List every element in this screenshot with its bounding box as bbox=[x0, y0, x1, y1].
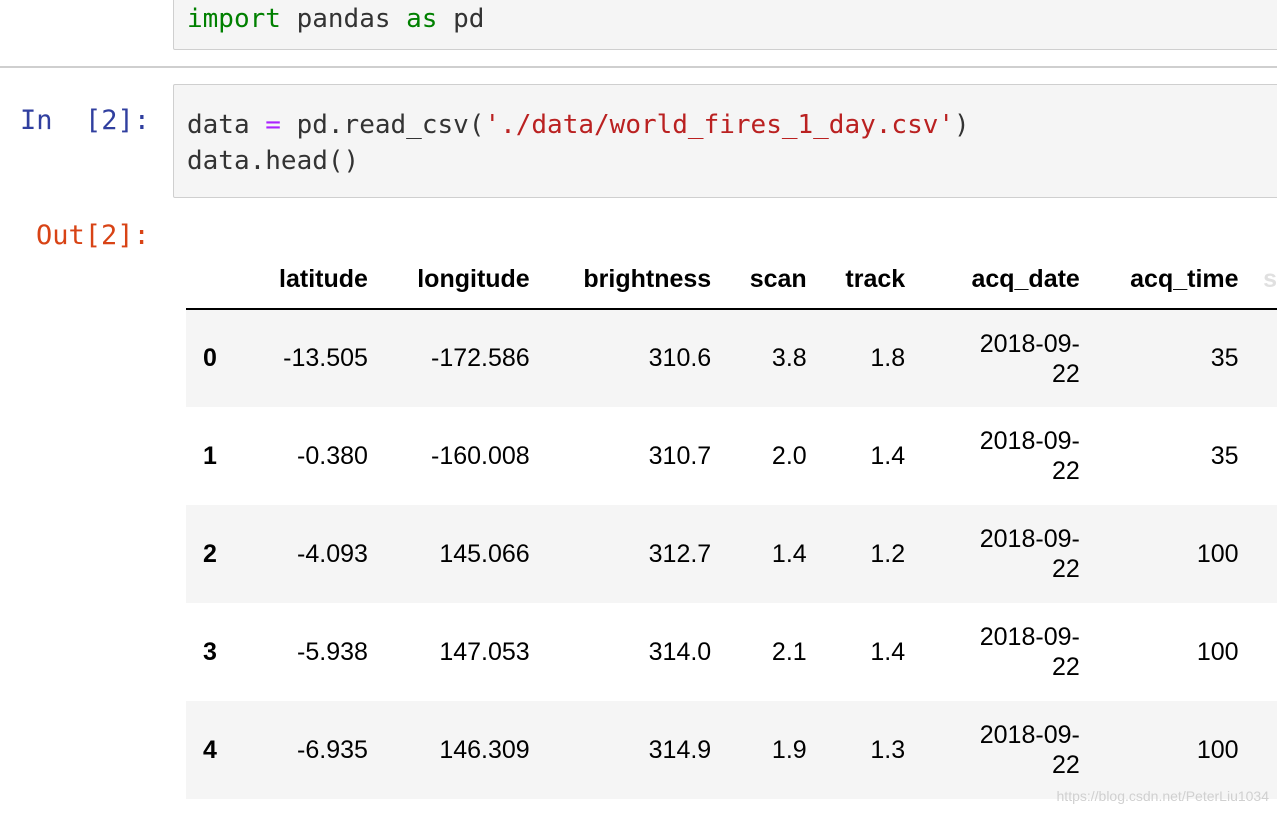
cell-acq-date: 2018-09- 22 bbox=[905, 309, 1080, 407]
cell-longitude: -172.586 bbox=[431, 344, 530, 372]
cell-scan: 3.8 bbox=[771, 344, 807, 372]
keyword-as: as bbox=[406, 4, 438, 34]
table-row: 4 -6.935 146.309 314.9 1.9 1.3 2018-09- 2… bbox=[186, 701, 1277, 799]
dataframe-table: latitude longitude brightness scan track… bbox=[186, 250, 1277, 799]
code-call: pd.read_csv( bbox=[280, 110, 485, 140]
header-scan: scan bbox=[711, 250, 807, 310]
row-index: 2 bbox=[203, 539, 217, 568]
cell-acq-time: 35 bbox=[1210, 344, 1239, 372]
date-part-1: 2018-09- bbox=[979, 329, 1080, 358]
header-acq-time: acq_time bbox=[1079, 250, 1239, 310]
cell-acq-time: 100 bbox=[1196, 637, 1239, 666]
date-part-2: 22 bbox=[1052, 751, 1080, 779]
date-part-2: 22 bbox=[1052, 457, 1080, 485]
date-part-1: 2018-09- bbox=[979, 721, 1080, 749]
header-truncated: s bbox=[1238, 250, 1277, 310]
table-row: 1 -0.380 -160.008 310.7 2.0 1.4 2018-09-… bbox=[186, 407, 1277, 505]
cell-track: 1.4 bbox=[870, 441, 906, 470]
code-line-head: data.head() bbox=[187, 146, 360, 176]
watermark-text: https://blog.csdn.net/PeterLiu1034 bbox=[1056, 788, 1269, 804]
cell-separator bbox=[0, 66, 1277, 68]
cell-track: 1.8 bbox=[870, 344, 906, 372]
header-brightness: brightness bbox=[529, 250, 712, 310]
cell-track: 1.4 bbox=[870, 637, 906, 666]
table-header-row: latitude longitude brightness scan track… bbox=[186, 250, 1277, 310]
cell-latitude: -5.938 bbox=[297, 637, 368, 666]
cell-truncated bbox=[1239, 407, 1277, 505]
row-index: 0 bbox=[203, 344, 217, 372]
cell-scan: 2.0 bbox=[771, 441, 807, 470]
date-part-1: 2018-09- bbox=[979, 623, 1080, 651]
cell-truncated bbox=[1239, 505, 1277, 603]
cell-acq-time: 35 bbox=[1210, 441, 1239, 470]
date-part-2: 22 bbox=[1052, 653, 1080, 681]
header-index bbox=[186, 250, 250, 310]
cell-brightness: 312.7 bbox=[648, 539, 712, 568]
table-row: 3 -5.938 147.053 314.0 2.1 1.4 2018-09- 2… bbox=[186, 603, 1277, 701]
module-alias: pd bbox=[437, 4, 485, 34]
row-index: 3 bbox=[203, 637, 217, 666]
header-acq-date: acq_date bbox=[905, 250, 1080, 310]
cell-truncated bbox=[1239, 603, 1277, 701]
cell-acq-date: 2018-09- 22 bbox=[905, 603, 1080, 701]
cell-longitude: 147.053 bbox=[439, 637, 530, 666]
date-part-1: 2018-09- bbox=[979, 525, 1080, 553]
cell-truncated bbox=[1239, 309, 1277, 407]
date-part-2: 22 bbox=[1052, 555, 1080, 583]
keyword-import: import bbox=[187, 4, 281, 34]
code-close-paren: ) bbox=[954, 110, 970, 140]
cell-brightness: 310.7 bbox=[648, 441, 712, 470]
cell-latitude: -4.093 bbox=[297, 539, 368, 568]
cell-brightness: 314.0 bbox=[648, 637, 712, 666]
date-part-1: 2018-09- bbox=[979, 427, 1080, 455]
cell-acq-date: 2018-09- 22 bbox=[905, 407, 1080, 505]
cell-track: 1.3 bbox=[870, 735, 906, 764]
row-index: 4 bbox=[203, 735, 217, 764]
cell-acq-date: 2018-09- 22 bbox=[905, 701, 1080, 799]
table-row: 0 -13.505 -172.586 310.6 3.8 1.8 2018-09… bbox=[186, 309, 1277, 407]
header-longitude: longitude bbox=[367, 250, 530, 310]
cell-scan: 1.4 bbox=[771, 539, 807, 568]
cell-acq-time: 100 bbox=[1196, 735, 1239, 764]
cell-truncated bbox=[1239, 701, 1277, 799]
input-prompt: In [2]: bbox=[20, 105, 151, 136]
cell-acq-time: 100 bbox=[1196, 539, 1239, 568]
header-track: track bbox=[806, 250, 906, 310]
code-line-read-csv: data = pd.read_csv('./data/world_fires_1… bbox=[187, 108, 970, 142]
date-part-2: 22 bbox=[1052, 359, 1080, 388]
cell-longitude: 145.066 bbox=[439, 539, 530, 568]
code-string-arg: './data/world_fires_1_day.csv' bbox=[484, 110, 955, 140]
cell-latitude: -0.380 bbox=[297, 441, 368, 470]
cell-longitude: 146.309 bbox=[439, 735, 530, 764]
header-latitude: latitude bbox=[249, 250, 368, 310]
cell-brightness: 314.9 bbox=[648, 735, 712, 764]
output-prompt: Out[2]: bbox=[36, 220, 150, 251]
cell-track: 1.2 bbox=[870, 539, 906, 568]
cell-latitude: -6.935 bbox=[297, 735, 368, 764]
cell-longitude: -160.008 bbox=[431, 441, 530, 470]
code-target: data bbox=[187, 110, 266, 140]
table-row: 2 -4.093 145.066 312.7 1.4 1.2 2018-09- 2… bbox=[186, 505, 1277, 603]
code-operator: = bbox=[265, 110, 281, 140]
row-index: 1 bbox=[203, 441, 217, 470]
dataframe-output: latitude longitude brightness scan track… bbox=[186, 250, 1277, 799]
cell-scan: 2.1 bbox=[771, 637, 807, 666]
cell-brightness: 310.6 bbox=[648, 344, 712, 372]
module-name: pandas bbox=[280, 4, 407, 34]
cell-latitude: -13.505 bbox=[283, 344, 368, 372]
cell-scan: 1.9 bbox=[771, 735, 807, 764]
code-line-import: import pandas as pd bbox=[187, 2, 484, 36]
cell-acq-date: 2018-09- 22 bbox=[905, 505, 1080, 603]
